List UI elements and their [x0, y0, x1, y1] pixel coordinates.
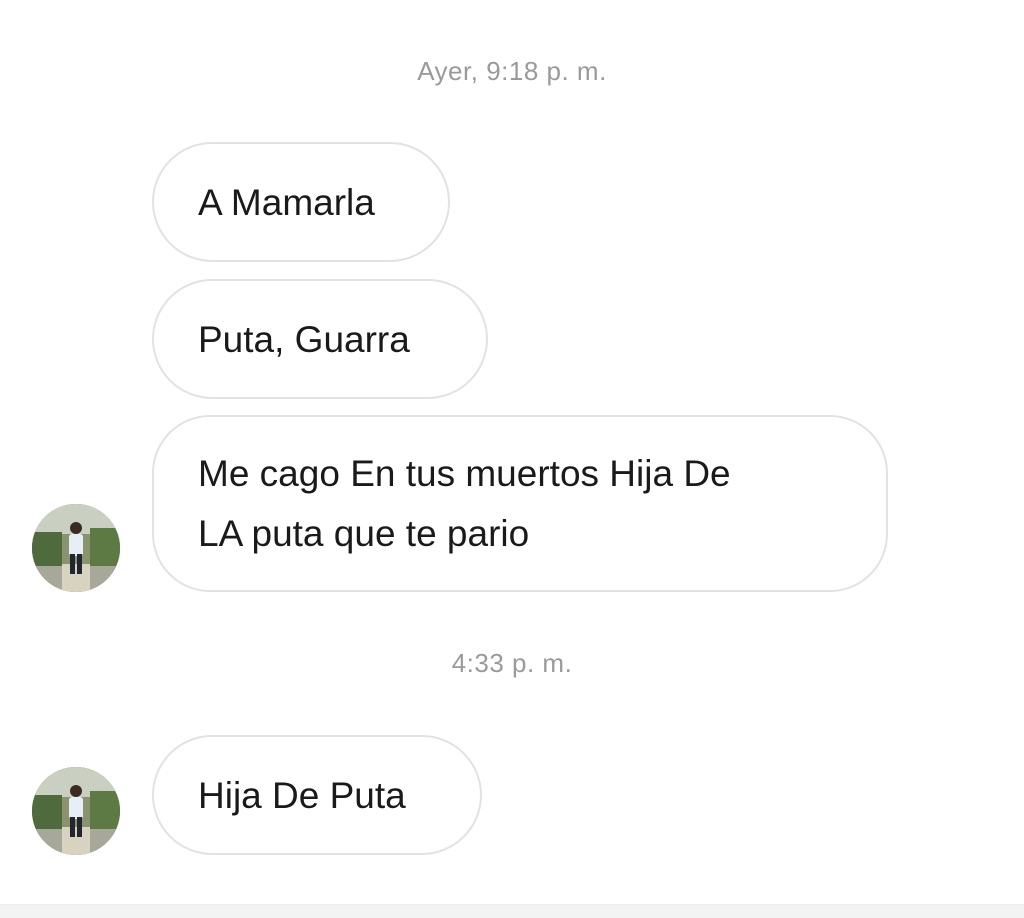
message-bubble[interactable]: Puta, Guarra — [152, 279, 488, 399]
message-text: Hija De Puta — [198, 775, 406, 816]
sender-avatar[interactable] — [32, 504, 120, 592]
timestamp: 4:33 p. m. — [451, 648, 573, 678]
sender-avatar[interactable] — [32, 767, 120, 855]
message-text: A Mamarla — [198, 182, 375, 223]
user-avatar-icon — [32, 504, 120, 592]
message-bubble[interactable]: Hija De Puta — [152, 735, 482, 855]
message-text: Puta, Guarra — [198, 319, 410, 360]
message-bubble[interactable]: Me cago En tus muertos Hija De LA puta q… — [152, 415, 888, 592]
message-text-line: Me cago En tus muertos Hija De — [198, 453, 731, 494]
composer-edge — [0, 904, 1024, 918]
user-avatar-icon — [32, 767, 120, 855]
message-bubble[interactable]: A Mamarla — [152, 142, 450, 262]
timestamp: Ayer, 9:18 p. m. — [417, 56, 607, 86]
chat-thread: Ayer, 9:18 p. m. A Mamarla Puta, Guarra … — [0, 0, 1024, 918]
message-text-line: LA puta que te pario — [198, 513, 530, 554]
